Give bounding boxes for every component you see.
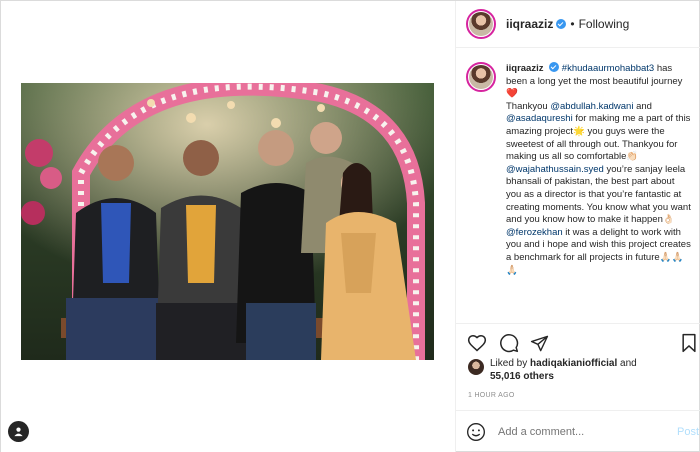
following-button[interactable]: Following bbox=[579, 17, 630, 31]
caption-part-2b: and bbox=[633, 100, 652, 112]
header-separator: • bbox=[570, 17, 575, 31]
likes-prefix: Liked by bbox=[490, 358, 531, 369]
caption-verified-badge-icon bbox=[549, 62, 560, 72]
author-avatar[interactable] bbox=[466, 9, 496, 39]
mention-link[interactable]: @ferozekhan bbox=[506, 227, 563, 238]
post-comment-button[interactable]: Post bbox=[677, 426, 699, 438]
caption-part-2a: Thankyou bbox=[506, 100, 551, 112]
post-timestamp[interactable]: 1 HOUR AGO bbox=[468, 392, 515, 399]
post-dialog: iiqraaziz • Following iiqraaziz #khudaau… bbox=[0, 0, 700, 452]
caption-author-avatar[interactable] bbox=[466, 62, 496, 92]
emoji-icon[interactable] bbox=[466, 422, 486, 442]
mention-link[interactable]: @asadaqureshi bbox=[506, 113, 573, 124]
share-icon[interactable] bbox=[528, 332, 550, 354]
author-username[interactable]: iiqraaziz bbox=[506, 17, 553, 31]
likes-summary: Liked by hadiqakianiofficial and 55,016 … bbox=[468, 357, 693, 383]
comment-bar: Post bbox=[456, 410, 700, 452]
group-photo-image bbox=[21, 83, 434, 360]
mention-link[interactable]: @abdullah.kadwani bbox=[550, 101, 633, 112]
bookmark-icon[interactable] bbox=[678, 332, 700, 354]
post-side-panel: iiqraaziz • Following iiqraaziz #khudaau… bbox=[456, 1, 700, 452]
mention-link[interactable]: @wajahathussain.syed bbox=[506, 164, 604, 175]
likes-count[interactable]: 55,016 others bbox=[490, 371, 554, 382]
post-photo[interactable] bbox=[21, 83, 434, 360]
liker-avatar[interactable] bbox=[468, 359, 484, 375]
heart-icon[interactable] bbox=[466, 332, 488, 354]
caption-hashtag[interactable]: #khudaaurmohabbat3 bbox=[562, 63, 654, 74]
post-media bbox=[1, 1, 456, 452]
likes-mid: and bbox=[617, 358, 637, 369]
user-tag-icon[interactable] bbox=[8, 421, 29, 442]
caption-username[interactable]: iiqraaziz bbox=[506, 63, 544, 74]
comment-icon[interactable] bbox=[498, 332, 520, 354]
post-header: iiqraaziz • Following bbox=[456, 1, 700, 48]
comment-input[interactable] bbox=[498, 426, 677, 438]
verified-badge-icon bbox=[556, 19, 567, 29]
caption-text: iiqraaziz #khudaaurmohabbat3 has been a … bbox=[506, 62, 691, 323]
caption-section: iiqraaziz #khudaaurmohabbat3 has been a … bbox=[456, 48, 700, 323]
liker-username[interactable]: hadiqakianiofficial bbox=[530, 358, 617, 369]
